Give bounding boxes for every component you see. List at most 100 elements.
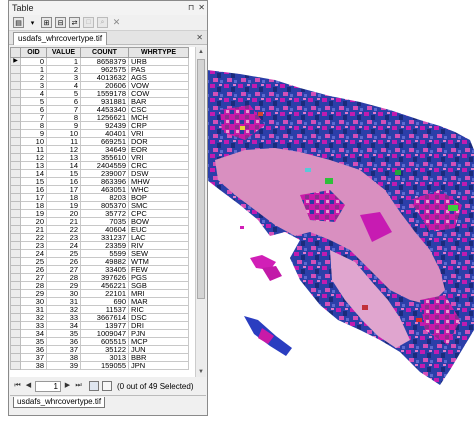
table-cell[interactable]: 7035 [80,217,129,226]
table-cell[interactable]: 20 [20,217,47,226]
select-by-attributes-icon[interactable]: ⊟ [55,17,66,28]
table-cell[interactable]: 33405 [80,265,129,274]
table-cell[interactable]: 33 [20,321,47,330]
row-selector[interactable] [10,281,21,290]
table-row[interactable]: 24 25 5599 SEW [10,249,189,258]
table-cell[interactable]: 18 [46,193,81,202]
column-header[interactable]: WHRTYPE [128,47,189,58]
table-row[interactable]: 5 6 931881 BAR [10,97,189,106]
table-cell[interactable]: 397626 [80,273,129,282]
attribute-grid[interactable]: OID VALUE COUNT WHRTYPE ▶ 0 1 8658379 URB 1 2 9… [10,47,206,377]
table-cell[interactable]: 40401 [80,129,129,138]
table-cell[interactable]: 26 [46,257,81,266]
first-record-icon[interactable]: ⏮ [13,381,22,391]
table-row[interactable]: 14 15 239007 DSW [10,169,189,178]
table-cell[interactable]: 14 [20,169,47,178]
table-cell[interactable]: PAS [128,65,189,74]
table-row[interactable]: 22 23 331237 LAC [10,233,189,242]
table-row[interactable]: 31 32 11537 RIC [10,305,189,314]
row-selector[interactable] [10,201,21,210]
table-row[interactable]: 26 27 33405 FEW [10,265,189,274]
table-cell[interactable]: JPN [128,361,189,370]
table-row[interactable]: 8 9 92439 CRP [10,121,189,130]
table-cell[interactable]: FEW [128,265,189,274]
table-row[interactable]: 30 31 690 MAR [10,297,189,306]
table-cell[interactable]: 0 [20,57,47,66]
table-cell[interactable]: 16 [20,185,47,194]
related-tables-icon[interactable]: ⊞ [41,17,52,28]
table-row[interactable]: 20 21 7035 BOW [10,217,189,226]
clear-selection-icon[interactable]: □ [83,17,94,28]
table-row[interactable]: 12 13 355610 VRI [10,153,189,162]
row-selector[interactable] [10,297,21,306]
table-cell[interactable]: 6 [20,105,47,114]
row-selector[interactable] [10,225,21,234]
table-cell[interactable]: 27 [46,265,81,274]
table-cell[interactable]: 21 [46,217,81,226]
table-cell[interactable]: 14 [46,161,81,170]
row-selector[interactable] [10,345,21,354]
table-cell[interactable]: 3 [46,73,81,82]
row-selector[interactable] [10,209,21,218]
table-cell[interactable]: 24 [46,241,81,250]
table-cell[interactable]: 37 [46,345,81,354]
row-selector[interactable] [10,361,21,370]
table-cell[interactable]: 35122 [80,345,129,354]
table-cell[interactable]: 25 [46,249,81,258]
row-selector[interactable] [10,353,21,362]
table-row[interactable]: 37 38 3013 BBR [10,353,189,362]
table-row[interactable]: 33 34 13977 DRI [10,321,189,330]
row-selector[interactable] [10,249,21,258]
table-cell[interactable]: SGB [128,281,189,290]
table-cell[interactable]: 17 [20,193,47,202]
table-cell[interactable]: CRP [128,121,189,130]
row-selector[interactable] [10,137,21,146]
table-cell[interactable]: VOW [128,81,189,90]
table-cell[interactable]: 22 [46,225,81,234]
table-cell[interactable]: SMC [128,201,189,210]
table-cell[interactable]: DSW [128,169,189,178]
row-selector[interactable]: ▶ [10,57,21,66]
row-selector[interactable] [10,161,21,170]
scroll-up-icon[interactable]: ▲ [196,47,206,57]
table-cell[interactable]: 25 [20,257,47,266]
table-cell[interactable]: CPC [128,209,189,218]
row-selector[interactable] [10,289,21,298]
table-cell[interactable]: 159055 [80,361,129,370]
table-cell[interactable]: 2404559 [80,161,129,170]
scroll-down-icon[interactable]: ▼ [196,367,206,377]
table-cell[interactable]: JUN [128,345,189,354]
table-cell[interactable]: 32 [20,313,47,322]
table-row[interactable]: 9 10 40401 VRI [10,129,189,138]
table-cell[interactable]: 8658379 [80,57,129,66]
table-cell[interactable]: 21 [20,225,47,234]
table-row[interactable]: 34 35 1009047 PJN [10,329,189,338]
table-cell[interactable]: 11 [46,137,81,146]
table-cell[interactable]: 34 [20,329,47,338]
table-cell[interactable]: DRI [128,321,189,330]
table-row[interactable]: 35 36 605515 MCP [10,337,189,346]
table-cell[interactable]: 49882 [80,257,129,266]
table-cell[interactable]: 2 [20,73,47,82]
table-cell[interactable]: 1559178 [80,89,129,98]
table-cell[interactable]: 23 [46,233,81,242]
table-cell[interactable]: 34 [46,321,81,330]
table-cell[interactable]: 23359 [80,241,129,250]
row-selector[interactable] [10,89,21,98]
row-selector[interactable] [10,321,21,330]
table-cell[interactable]: 931881 [80,97,129,106]
table-cell[interactable]: 11537 [80,305,129,314]
table-cell[interactable]: DSC [128,313,189,322]
row-selector[interactable] [10,305,21,314]
record-number-input[interactable] [35,380,61,392]
table-cell[interactable]: 40604 [80,225,129,234]
table-cell[interactable]: 690 [80,297,129,306]
table-row[interactable]: 18 19 805370 SMC [10,201,189,210]
table-cell[interactable]: WHC [128,185,189,194]
show-all-records-icon[interactable] [89,381,99,391]
row-selector[interactable] [10,337,21,346]
row-selector[interactable] [10,273,21,282]
table-cell[interactable]: 6 [46,97,81,106]
table-window[interactable]: Table ⊓ ✕ ▤ ▾ ⊞ ⊟ ⇄ □ ⌕ ✕ usdafs_whrcove… [8,0,208,416]
table-row[interactable]: 21 22 40604 EUC [10,225,189,234]
